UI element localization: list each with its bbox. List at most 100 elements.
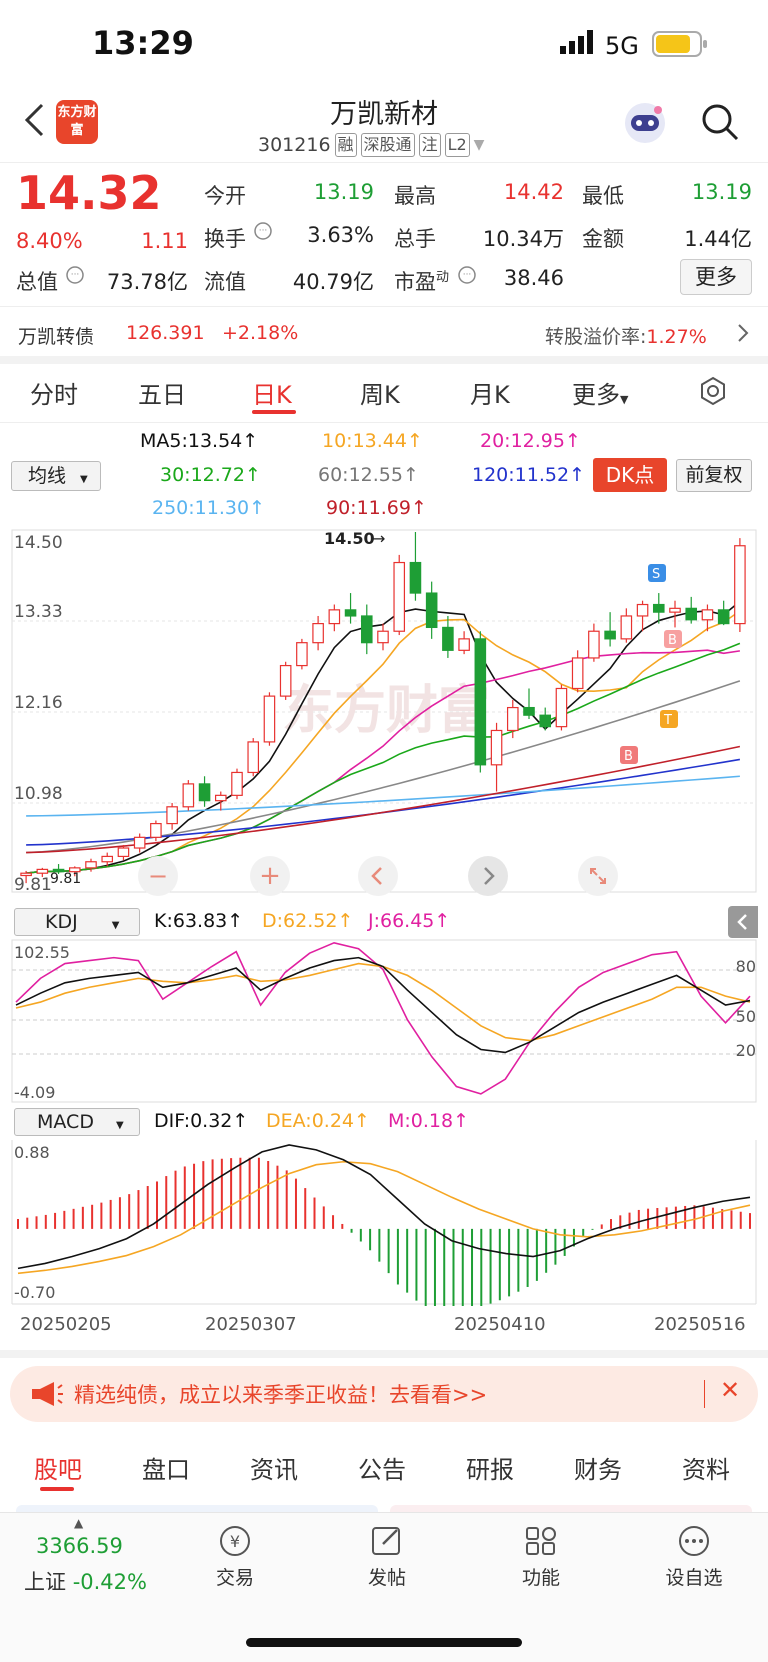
more-dots-icon <box>679 1526 709 1556</box>
signal-icon <box>560 30 600 58</box>
active-tab-indicator <box>252 410 296 414</box>
candle-body <box>474 638 487 766</box>
info-icon[interactable]: ··· <box>66 266 84 288</box>
caret-down-icon: ▼ <box>620 393 629 406</box>
candle-body <box>214 794 227 802</box>
candle-body <box>85 861 97 869</box>
tab-more[interactable]: 更多▼ <box>572 375 628 410</box>
date-label: 20250410 <box>454 1314 546 1335</box>
kdj-level-80: 80 <box>736 957 756 976</box>
tab-research[interactable]: 研报 <box>466 1450 514 1485</box>
tab-profile[interactable]: 资料 <box>682 1450 730 1485</box>
tab-monthly-k[interactable]: 月K <box>470 375 510 410</box>
svg-text:···: ··· <box>71 270 80 280</box>
promo-banner[interactable]: 精选纯债，成立以来季季正收益！去看看>> ✕ <box>10 1366 758 1422</box>
index-row[interactable]: 上证 -0.42% <box>24 1566 147 1596</box>
active-tab-indicator <box>40 1487 74 1491</box>
candle-body <box>717 609 730 625</box>
nav-post[interactable]: 发帖 <box>352 1524 422 1590</box>
nav-functions-label: 功能 <box>521 1567 560 1589</box>
nav-trade[interactable]: ¥ 交易 <box>200 1524 270 1590</box>
bond-change: +2.18% <box>222 322 299 344</box>
buy-signal-icon: B <box>624 749 633 764</box>
nav-watchlist[interactable]: 设自选 <box>654 1524 734 1590</box>
change-amount: 1.11 <box>141 229 188 253</box>
candle-body <box>636 603 649 617</box>
megaphone-icon <box>30 1380 64 1412</box>
candle-body <box>588 630 600 659</box>
ma10-line <box>26 610 741 875</box>
tab-intraday[interactable]: 分时 <box>30 375 78 410</box>
candle-body <box>328 609 341 625</box>
dropdown-icon: ▼ <box>473 137 485 153</box>
index-value[interactable]: 3366.59 <box>36 1534 123 1558</box>
candle-body <box>182 783 195 808</box>
candle-body <box>506 706 519 732</box>
candle-body <box>523 706 535 716</box>
stock-code: 301216 <box>258 134 331 156</box>
bond-price: 126.391 <box>126 322 205 344</box>
candle-body <box>669 607 681 613</box>
index-name: 上证 <box>24 1570 66 1594</box>
ma20-label: 20:12.95↑ <box>480 430 581 452</box>
nav-functions[interactable]: 功能 <box>506 1524 576 1590</box>
candle-body <box>166 806 178 825</box>
chevron-right-icon[interactable] <box>736 322 750 348</box>
mktcap-value: 73.78亿 <box>106 270 188 294</box>
kdj-k-line <box>15 956 751 1054</box>
kdj-axis-bottom: -4.09 <box>14 1083 55 1102</box>
tab-news[interactable]: 资讯 <box>250 1450 298 1485</box>
kdj-selector[interactable]: KDJ ▼ <box>14 908 140 936</box>
svg-text:···: ··· <box>463 270 472 280</box>
more-button[interactable]: 更多 <box>680 259 752 295</box>
candle-body <box>150 822 162 838</box>
macd-axis-top: 0.88 <box>14 1143 50 1162</box>
stock-code-row[interactable]: 301216 融 深股通 注 L2 ▼ <box>258 133 484 157</box>
info-icon[interactable]: ··· <box>254 222 272 244</box>
low-label: 最低 <box>582 184 624 208</box>
adjust-button[interactable]: 前复权 <box>676 459 752 492</box>
ma250-line <box>26 775 740 817</box>
robot-avatar-icon[interactable] <box>622 100 668 150</box>
tab-announcements[interactable]: 公告 <box>358 1450 406 1485</box>
kline-chart[interactable]: 东方财富 14.50 13.33 12.16 10.98 9.81 14.50 … <box>0 528 768 894</box>
collapse-panel-button[interactable] <box>728 906 758 938</box>
ma-selector[interactable]: 均线 ▼ <box>11 461 101 491</box>
bond-name[interactable]: 万凯转债 <box>18 322 94 349</box>
candle-body <box>652 603 665 613</box>
tab-finance[interactable]: 财务 <box>574 1450 622 1485</box>
premium-value: 1.27% <box>646 326 707 348</box>
zoom-out-button[interactable]: − <box>138 856 178 896</box>
caret-down-icon: ▼ <box>80 474 88 485</box>
edit-icon <box>372 1527 400 1555</box>
svg-text:¥: ¥ <box>230 1532 240 1551</box>
close-icon[interactable]: ✕ <box>720 1376 740 1404</box>
kdj-k: K:63.83↑ <box>154 910 244 932</box>
buy-signal-icon: B <box>668 633 677 648</box>
candle-body <box>344 609 357 617</box>
candle-body <box>539 714 552 728</box>
dk-point-button[interactable]: DK点 <box>593 458 667 492</box>
macd-selector[interactable]: MACD ▼ <box>14 1108 140 1136</box>
macd-dea-line <box>17 1160 751 1275</box>
tab-weekly-k[interactable]: 周K <box>360 375 400 410</box>
fullscreen-button[interactable] <box>578 856 618 896</box>
scroll-right-button[interactable] <box>468 856 508 896</box>
tab-five-day[interactable]: 五日 <box>138 375 186 410</box>
tab-daily-k[interactable]: 日K <box>252 375 292 410</box>
tab-orderbook[interactable]: 盘口 <box>142 1450 190 1485</box>
pe-sup: 动 <box>436 270 450 285</box>
tab-forum[interactable]: 股吧 <box>34 1450 82 1485</box>
candle-body <box>117 847 130 858</box>
zoom-in-button[interactable]: + <box>250 856 290 896</box>
search-icon[interactable] <box>700 102 740 146</box>
ma250-label: 250:11.30↑ <box>152 497 265 519</box>
info-icon[interactable]: ··· <box>458 266 476 288</box>
settings-gear-icon[interactable] <box>698 376 728 410</box>
premium-label: 转股溢价率: <box>545 326 647 348</box>
mktcap-label: 总值 <box>16 270 58 294</box>
high-label: 最高 <box>394 184 436 208</box>
ma5-label: MA5:13.54↑ <box>140 430 259 452</box>
scroll-left-button[interactable] <box>358 856 398 896</box>
tab-more-label: 更多 <box>572 381 620 409</box>
